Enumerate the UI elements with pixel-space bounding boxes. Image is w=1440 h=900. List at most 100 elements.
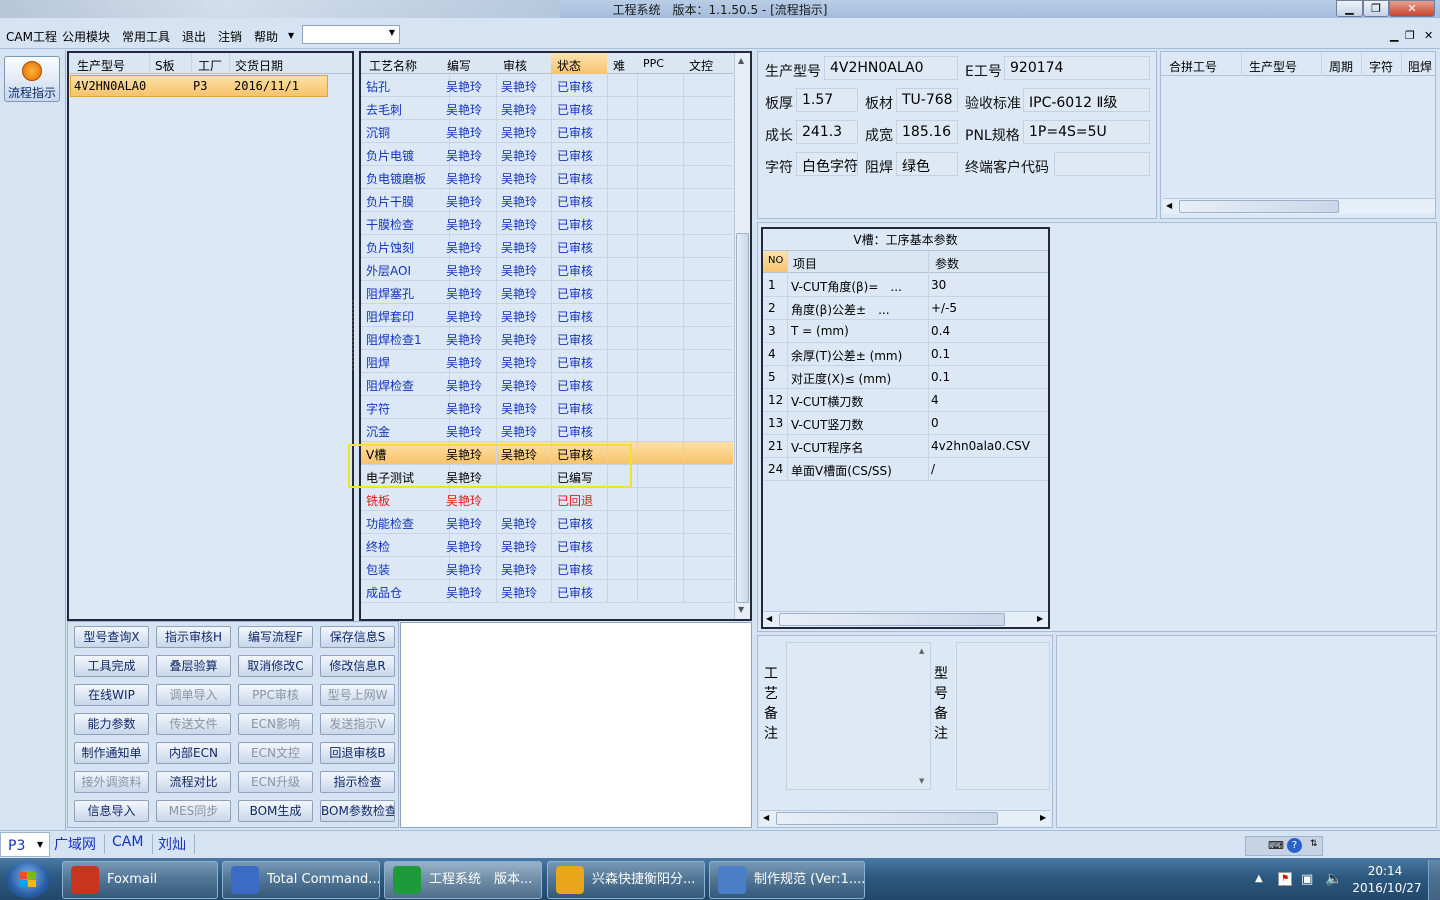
params-col-no[interactable]: NO [768, 255, 783, 266]
flag-icon[interactable]: ⚑ [1278, 872, 1292, 886]
process-col-writer[interactable]: 编写 [447, 57, 471, 74]
table-row[interactable]: 沉金 吴艳玲 吴艳玲 已审核 [361, 419, 733, 442]
width-field[interactable]: 185.16 [896, 120, 958, 144]
standard-field[interactable]: IPC-6012 Ⅱ级 [1023, 88, 1150, 112]
function-button[interactable]: 制作通知单 [74, 742, 149, 764]
table-row[interactable]: 阻焊检查1 吴艳玲 吴艳玲 已审核 [361, 327, 733, 350]
process-scrollbar[interactable]: ▲ ▼ [734, 53, 750, 619]
table-row[interactable]: 阻焊 吴艳玲 吴艳玲 已审核 [361, 350, 733, 373]
function-button[interactable]: 回退审核B [320, 742, 395, 764]
table-row[interactable]: 干膜检查 吴艳玲 吴艳玲 已审核 [361, 212, 733, 235]
table-row[interactable]: 铣板 吴艳玲 已回退 [361, 488, 733, 511]
taskbar-item[interactable]: 制作规范 (Ver:1.... [709, 861, 865, 899]
orders-col-date[interactable]: 交货日期 [235, 57, 283, 74]
model-field[interactable]: 4V2HN0ALA0 [824, 56, 958, 80]
scrollbar-thumb[interactable] [1179, 200, 1339, 213]
factory-select[interactable]: P3 ▼ [0, 832, 50, 857]
process-note-field[interactable]: ▲ ▼ [786, 642, 931, 790]
help-icon[interactable]: ? [1287, 838, 1302, 853]
table-row[interactable]: 阻焊塞孔 吴艳玲 吴艳玲 已审核 [361, 281, 733, 304]
mask-field[interactable]: 绿色 [896, 152, 958, 176]
combine-hscrollbar[interactable]: ◀ [1163, 198, 1435, 214]
menu-item-2[interactable]: 常用工具 [122, 28, 170, 45]
taskbar-item[interactable]: Foxmail [62, 861, 218, 899]
params-col-item[interactable]: 项目 [793, 255, 817, 272]
model-note-field[interactable] [956, 642, 1050, 790]
combine-col-char[interactable]: 字符 [1369, 58, 1393, 75]
show-desktop-button[interactable] [1428, 860, 1440, 900]
params-col-value[interactable]: 参数 [935, 255, 959, 272]
table-row[interactable]: 负片干膜 吴艳玲 吴艳玲 已审核 [361, 189, 733, 212]
function-button[interactable]: 型号上网W [320, 684, 395, 706]
table-row[interactable]: 21 V-CUT程序名 4v2hn0ala0.CSV [763, 435, 1048, 458]
function-button[interactable]: 内部ECN [156, 742, 231, 764]
table-row[interactable]: 13 V-CUT竖刀数 0 [763, 412, 1048, 435]
function-button[interactable]: 发送指示V [320, 713, 395, 735]
table-row[interactable]: 阻焊套印 吴艳玲 吴艳玲 已审核 [361, 304, 733, 327]
table-row[interactable]: 负片蚀刻 吴艳玲 吴艳玲 已审核 [361, 235, 733, 258]
process-col-status[interactable]: 状态 [557, 57, 581, 74]
scrollbar-thumb[interactable] [776, 812, 998, 825]
process-col-ppc[interactable]: PPC [643, 57, 664, 70]
table-row[interactable]: 24 单面V槽面(CS/SS) / [763, 458, 1048, 481]
taskbar-item[interactable]: 工程系统 版本... [384, 861, 542, 899]
clock-date[interactable]: 2016/10/27 [1350, 881, 1424, 895]
function-button[interactable]: ECN影响 [238, 713, 313, 735]
menu-item-3[interactable]: 退出 [182, 28, 206, 45]
function-button[interactable]: MES同步 [156, 800, 231, 822]
thickness-field[interactable]: 1.57 [796, 88, 858, 112]
function-button[interactable]: 保存信息S [320, 626, 395, 648]
length-field[interactable]: 241.3 [796, 120, 858, 144]
scrollbar-thumb[interactable] [779, 613, 1005, 626]
process-col-reviewer[interactable]: 审核 [503, 57, 527, 74]
function-button[interactable]: 编写流程F [238, 626, 313, 648]
material-field[interactable]: TU-768 [896, 88, 958, 112]
table-row[interactable]: 钻孔 吴艳玲 吴艳玲 已审核 [361, 74, 733, 97]
taskbar-item[interactable]: 兴森快捷衡阳分... [547, 861, 705, 899]
table-row[interactable]: 4V2HN0ALA0 P3 2016/11/1 [70, 75, 328, 97]
maximize-button[interactable]: ❐ [1363, 0, 1389, 17]
function-button[interactable]: ECN升级 [238, 771, 313, 793]
table-row[interactable]: 5 对正度(X)≤ (mm) 0.1 [763, 366, 1048, 389]
table-row[interactable]: 字符 吴艳玲 吴艳玲 已审核 [361, 396, 733, 419]
function-button[interactable]: 指示检查 [320, 771, 395, 793]
table-row[interactable]: 负电镀磨板 吴艳玲 吴艳玲 已审核 [361, 166, 733, 189]
menu-combo-box[interactable]: ▼ [302, 25, 400, 44]
orders-col-s[interactable]: S板 [155, 57, 175, 74]
function-button[interactable]: 调单导入 [156, 684, 231, 706]
eno-field[interactable]: 920174 [1004, 56, 1150, 80]
menu-item-1[interactable]: 公用模块 [62, 28, 110, 45]
taskbar-item[interactable]: Total Command... [222, 861, 380, 899]
char-field[interactable]: 白色字符 [796, 152, 858, 176]
table-row[interactable]: 功能检查 吴艳玲 吴艳玲 已审核 [361, 511, 733, 534]
table-row[interactable]: 12 V-CUT横刀数 4 [763, 389, 1048, 412]
help-dropdown-icon[interactable]: ▼ [288, 31, 294, 40]
function-button[interactable]: 接外调资料 [74, 771, 149, 793]
table-row[interactable]: 2 角度(β)公差± ... +/-5 [763, 297, 1048, 320]
notes-hscrollbar[interactable]: ◀ ▶ [760, 810, 1050, 826]
function-button[interactable]: 修改信息R [320, 655, 395, 677]
function-button[interactable]: 工具完成 [74, 655, 149, 677]
mdi-minimize-icon[interactable]: ▁ [1390, 29, 1398, 42]
splitter-handle[interactable] [352, 300, 358, 370]
table-row[interactable]: 外层AOI 吴艳玲 吴艳玲 已审核 [361, 258, 733, 281]
function-button[interactable]: 信息导入 [74, 800, 149, 822]
function-button[interactable]: 叠层验算 [156, 655, 231, 677]
table-row[interactable]: 去毛刺 吴艳玲 吴艳玲 已审核 [361, 97, 733, 120]
function-button[interactable]: 取消修改C [238, 655, 313, 677]
menu-item-0[interactable]: CAM工程 [6, 28, 57, 45]
orders-col-model[interactable]: 生产型号 [77, 57, 125, 74]
ime-menu-icon[interactable]: ⇅ [1310, 839, 1318, 849]
blank-text-area[interactable] [400, 622, 752, 828]
function-button[interactable]: PPC审核 [238, 684, 313, 706]
function-button[interactable]: 传送文件 [156, 713, 231, 735]
scrollbar-thumb[interactable] [736, 233, 749, 603]
function-button[interactable]: ECN文控 [238, 742, 313, 764]
table-row[interactable]: 1 V-CUT角度(β)= ... 30 [763, 274, 1048, 297]
menu-item-5[interactable]: 帮助 [254, 28, 278, 45]
process-col-difficulty[interactable]: 难 [613, 57, 625, 74]
process-col-doc[interactable]: 文控 [689, 57, 713, 74]
table-row[interactable]: 沉铜 吴艳玲 吴艳玲 已审核 [361, 120, 733, 143]
function-button[interactable]: BOM生成 [238, 800, 313, 822]
function-button[interactable]: 能力参数 [74, 713, 149, 735]
